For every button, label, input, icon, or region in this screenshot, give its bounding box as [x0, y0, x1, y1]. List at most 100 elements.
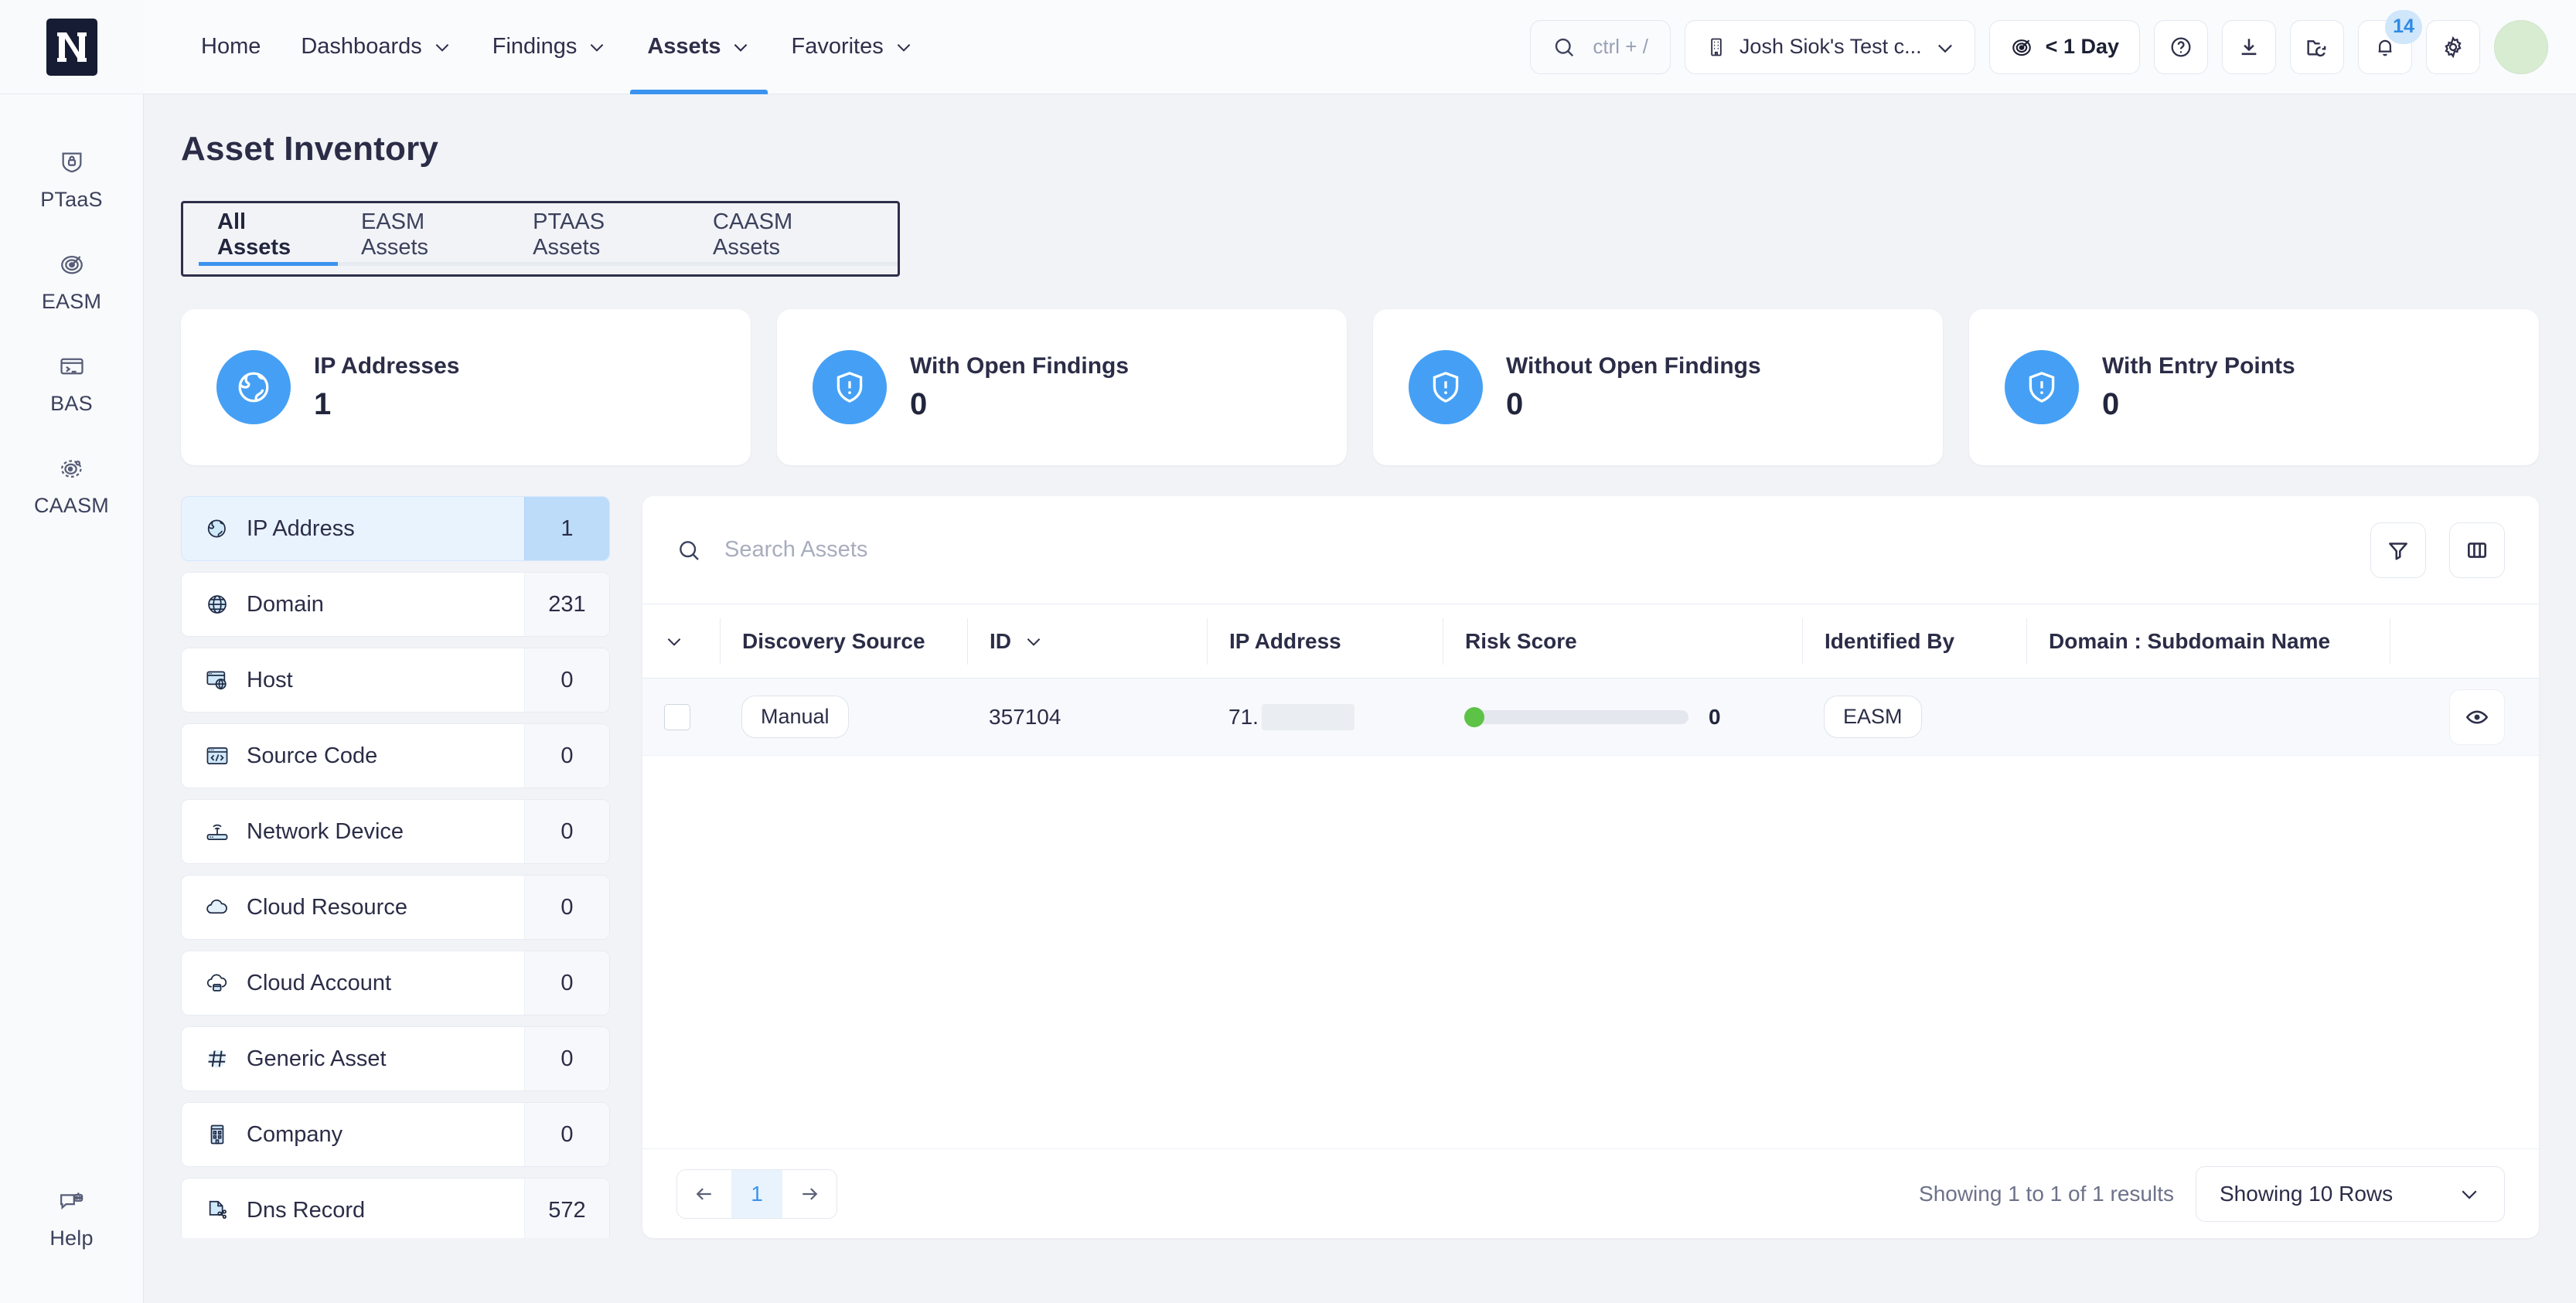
asset-type-host[interactable]: Host 0: [181, 648, 610, 713]
globe-pin-icon: [203, 515, 231, 543]
stat-card-with-open-findings[interactable]: With Open Findings 0: [777, 309, 1347, 465]
risk-score-bar: [1464, 706, 1688, 727]
logo-icon: [46, 18, 97, 76]
download-button[interactable]: [2222, 19, 2276, 74]
sidebar-item-bas[interactable]: BAS: [0, 334, 143, 436]
stat-card-without-open-findings[interactable]: Without Open Findings 0: [1373, 309, 1943, 465]
column-discovery-source[interactable]: Discovery Source: [720, 617, 967, 665]
target-icon: [56, 249, 87, 280]
browser-globe-icon: [203, 666, 231, 694]
top-bar: Home Dashboards Findings Assets Favorite…: [144, 0, 2576, 94]
folder-sync-button[interactable]: [2290, 19, 2344, 74]
column-identified-by[interactable]: Identified By: [1802, 617, 2026, 665]
ip-address-redaction: [1261, 703, 1354, 730]
risk-score-meter: 0: [1464, 705, 1721, 730]
column-select-all[interactable]: [642, 618, 720, 665]
stat-cards: IP Addresses 1 With Open Findings 0 With…: [181, 309, 2539, 465]
search-input[interactable]: [724, 537, 2347, 563]
pagination: 1: [676, 1169, 837, 1219]
asset-type-company[interactable]: Company 0: [181, 1102, 610, 1167]
code-window-icon: [203, 742, 231, 770]
columns-button[interactable]: [2449, 522, 2505, 578]
asset-type-count: 231: [524, 573, 609, 636]
app-root: PTaaS EASM BAS CAASM Help Home Dashboard…: [0, 0, 2576, 1303]
asset-type-label: Dns Record: [247, 1197, 366, 1223]
stat-card-with-entry-points[interactable]: With Entry Points 0: [1969, 309, 2539, 465]
next-page-button[interactable]: [782, 1169, 837, 1218]
org-selector[interactable]: Josh Siok's Test c...: [1684, 19, 1975, 74]
column-id[interactable]: ID: [967, 617, 1207, 665]
sidebar-help-label: Help: [49, 1226, 94, 1250]
rail-item-list: PTaaS EASM BAS CAASM: [0, 94, 143, 538]
view-asset-button[interactable]: [2449, 689, 2505, 745]
sidebar-item-caasm[interactable]: CAASM: [0, 436, 143, 538]
cell-identified-by: EASM: [1802, 696, 2026, 738]
column-risk-score[interactable]: Risk Score: [1443, 617, 1802, 665]
cell-id: 357104: [989, 704, 1061, 729]
terminal-icon: [56, 351, 87, 382]
results-summary: Showing 1 to 1 of 1 results: [1919, 1181, 2174, 1206]
sidebar-item-easm[interactable]: EASM: [0, 232, 143, 334]
folder-sync-icon: [2305, 35, 2329, 60]
asset-tabs-container: All Assets EASM Assets PTAAS Assets CAAS…: [181, 201, 900, 277]
chevron-down-icon: [1024, 631, 1044, 652]
help-button[interactable]: [2154, 19, 2208, 74]
page-number[interactable]: 1: [731, 1169, 782, 1218]
filter-button[interactable]: [2370, 522, 2426, 578]
chevron-down-icon: [432, 37, 452, 57]
risk-score-indicator: [1464, 706, 1484, 727]
asset-type-label: Network Device: [247, 818, 404, 844]
nav-item-favorites[interactable]: Favorites: [771, 0, 933, 94]
nav-item-findings[interactable]: Findings: [472, 0, 628, 94]
prev-page-button[interactable]: [677, 1169, 731, 1218]
avatar[interactable]: [2494, 19, 2548, 74]
stat-card-label: With Entry Points: [2102, 352, 2295, 379]
global-search-button[interactable]: ctrl + /: [1530, 19, 1671, 74]
column-label: ID: [990, 628, 1011, 653]
asset-type-ip-address[interactable]: IP Address 1: [181, 496, 610, 561]
gear-icon: [2441, 35, 2465, 60]
column-domain-subdomain[interactable]: Domain : Subdomain Name: [2026, 617, 2390, 665]
asset-type-list: IP Address 1 Domain 231 Host 0 Source Co…: [181, 496, 610, 1238]
table-row[interactable]: Manual 357104 71. 0 EASM: [642, 679, 2539, 756]
nav-item-dashboards[interactable]: Dashboards: [281, 0, 472, 94]
asset-type-dns-record[interactable]: Dns Record 572: [181, 1178, 610, 1238]
app-logo[interactable]: [0, 0, 144, 94]
help-entry[interactable]: Help: [0, 1169, 143, 1271]
sidebar-item-help[interactable]: Help: [0, 1169, 143, 1271]
column-label: Domain : Subdomain Name: [2049, 628, 2331, 653]
chevron-down-icon: [1934, 37, 1954, 57]
sidebar-item-ptaas[interactable]: PTaaS: [0, 130, 143, 232]
nav-item-home[interactable]: Home: [181, 0, 281, 94]
tabs-active-indicator: [199, 262, 338, 266]
page-content: Asset Inventory All Assets EASM Assets P…: [144, 94, 2576, 1303]
column-ip-address[interactable]: IP Address: [1207, 617, 1443, 665]
stat-card-ip-addresses[interactable]: IP Addresses 1: [181, 309, 751, 465]
nav-item-assets[interactable]: Assets: [627, 0, 771, 94]
column-label: Identified By: [1825, 628, 1955, 653]
main-area: Home Dashboards Findings Assets Favorite…: [144, 0, 2576, 1303]
asset-type-cloud-account[interactable]: Cloud Account 0: [181, 951, 610, 1016]
asset-type-cloud-resource[interactable]: Cloud Resource 0: [181, 875, 610, 940]
nav-label: Assets: [647, 34, 721, 59]
table-toolbar: [642, 496, 2539, 604]
stat-card-label: With Open Findings: [910, 352, 1130, 379]
asset-type-network-device[interactable]: Network Device 0: [181, 799, 610, 864]
shield-alert-icon: [813, 350, 887, 424]
chevron-down-icon: [2458, 1182, 2481, 1206]
notification-badge: 14: [2385, 9, 2422, 44]
identified-by-badge: EASM: [1824, 696, 1922, 738]
building-icon: [1705, 36, 1727, 58]
asset-type-generic-asset[interactable]: Generic Asset 0: [181, 1026, 610, 1091]
timeframe-selector[interactable]: < 1 Day: [1988, 19, 2140, 74]
nav-label: Dashboards: [301, 34, 422, 59]
asset-type-source-code[interactable]: Source Code 0: [181, 723, 610, 788]
asset-type-domain[interactable]: Domain 231: [181, 572, 610, 637]
notifications-button[interactable]: 14: [2358, 9, 2422, 74]
settings-button[interactable]: [2426, 19, 2480, 74]
arrow-right-icon: [798, 1182, 821, 1206]
row-checkbox[interactable]: [664, 703, 690, 730]
rows-per-page-select[interactable]: Showing 10 Rows: [2196, 1165, 2505, 1222]
timeframe-label: < 1 Day: [2045, 35, 2119, 58]
asset-type-label: Host: [247, 667, 293, 692]
